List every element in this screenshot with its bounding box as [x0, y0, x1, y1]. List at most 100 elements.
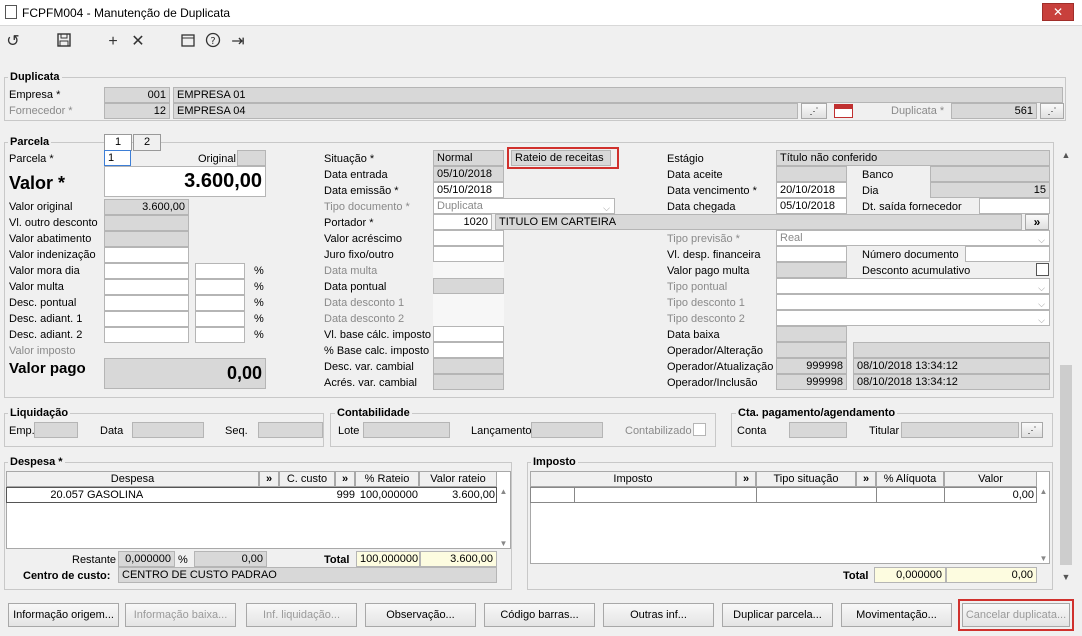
observacao-button[interactable]: Observação...: [365, 603, 476, 627]
codigo-barras-button[interactable]: Código barras...: [484, 603, 595, 627]
duplicar-parcela-button[interactable]: Duplicar parcela...: [722, 603, 833, 627]
calendar-red-icon[interactable]: [834, 104, 853, 118]
tipo-previsao-select[interactable]: Real ⌵: [776, 230, 1050, 246]
vl-desp-financeira-label: Vl. desp. financeira: [667, 249, 761, 261]
vl-base-calc-field[interactable]: [433, 326, 504, 342]
data-multa-field: [433, 262, 504, 278]
restante-pct-symbol: %: [178, 554, 188, 566]
parcela-number-field[interactable]: 1: [104, 150, 131, 166]
numero-documento-field[interactable]: [965, 246, 1050, 262]
original-field[interactable]: [237, 150, 266, 166]
portador-code-field[interactable]: 1020: [433, 214, 492, 230]
desc-adiant1-pct-field[interactable]: [195, 311, 245, 327]
col-valor-rateio-header[interactable]: Valor rateio: [419, 471, 497, 487]
tab-parcela-2[interactable]: 2: [133, 134, 161, 151]
operador-atualizacao-date: 08/10/2018 13:34:12: [853, 358, 1050, 374]
tipo-desconto2-select[interactable]: ⌵: [776, 310, 1050, 326]
imposto-expand-button[interactable]: »: [736, 471, 756, 487]
vl-outro-desconto-field: [104, 215, 189, 231]
window-title: FCPFM004 - Manutenção de Duplicata: [22, 6, 231, 20]
col-imposto-valor-header[interactable]: Valor: [944, 471, 1037, 487]
fornecedor-lookup-button[interactable]: ⋰: [801, 103, 827, 119]
data-pontual-field[interactable]: [433, 278, 504, 294]
chevron-down-icon: ⌵: [1038, 315, 1045, 325]
juro-fixo-field[interactable]: [433, 246, 504, 262]
outras-inf-button[interactable]: Outras inf...: [603, 603, 714, 627]
conta-field: [789, 422, 847, 438]
emp-field: [34, 422, 78, 438]
data-aceite-field: [776, 166, 847, 182]
calendar-icon[interactable]: [178, 32, 198, 52]
valor-mora-dia-field[interactable]: [104, 263, 189, 279]
info-baixa-button[interactable]: Informação baixa...: [125, 603, 236, 627]
dia-label: Dia: [862, 185, 879, 197]
info-origem-button[interactable]: Informação origem...: [8, 603, 119, 627]
estagio-label: Estágio: [667, 153, 704, 165]
delete-icon[interactable]: ✕: [128, 32, 148, 52]
data-label: Data: [100, 425, 124, 437]
desc-pontual-pct-field[interactable]: [195, 295, 245, 311]
data-chegada-field[interactable]: 05/10/2018: [776, 198, 847, 214]
help-icon[interactable]: ?: [203, 32, 223, 52]
operador-atualizacao-code: 999998: [776, 358, 847, 374]
col-rateio-header[interactable]: % Rateio: [355, 471, 419, 487]
exit-icon[interactable]: ⇥: [228, 32, 248, 52]
cancelar-highlight-box: [958, 599, 1074, 631]
numero-documento-label: Número documento: [862, 249, 959, 261]
tipo-expand-button[interactable]: »: [856, 471, 876, 487]
valor-field[interactable]: 3.600,00: [104, 166, 266, 197]
imposto-total-valor: 0,00: [946, 567, 1037, 583]
duplicata-lookup-button[interactable]: ⋰: [1040, 103, 1064, 119]
data-vencimento-field[interactable]: 20/10/2018: [776, 182, 847, 198]
table-row[interactable]: 20.057 GASOLINA 999 100,000000 3.600,00: [6, 487, 497, 503]
pct-base-calc-field[interactable]: [433, 342, 504, 358]
desconto-acumulativo-checkbox[interactable]: [1036, 263, 1049, 276]
ccusto-expand-button[interactable]: »: [335, 471, 355, 487]
operador-inclusao-label: Operador/Inclusão: [667, 377, 758, 389]
empresa-code-field[interactable]: 001: [104, 87, 170, 103]
fornecedor-code-field[interactable]: 12: [104, 103, 170, 119]
data-desconto1-label: Data desconto 1: [324, 297, 405, 309]
inf-liquidacao-button[interactable]: Inf. liquidação...: [246, 603, 357, 627]
row-despesa-code: 20.057: [50, 489, 84, 501]
tab-parcela-1[interactable]: 1: [104, 134, 132, 151]
dt-saida-field[interactable]: [979, 198, 1050, 214]
desc-adiant2-field[interactable]: [104, 327, 189, 343]
save-icon[interactable]: [54, 32, 74, 52]
col-imposto-header[interactable]: Imposto: [530, 471, 736, 487]
table-row[interactable]: 0,00: [530, 487, 1037, 503]
valor-indenizacao-field[interactable]: [104, 247, 189, 263]
duplicata-number-field[interactable]: 561: [951, 103, 1037, 119]
tipo-desconto1-select[interactable]: ⌵: [776, 294, 1050, 310]
tipo-pontual-select[interactable]: ⌵: [776, 278, 1050, 294]
add-icon[interactable]: +: [103, 32, 123, 52]
despesa-scrollbar[interactable]: ▲ ▼: [497, 487, 510, 548]
conta-label: Conta: [737, 425, 767, 437]
tipo-documento-select[interactable]: Duplicata ⌵: [433, 198, 615, 214]
valor-original-field: 3.600,00: [104, 199, 189, 215]
movimentacao-button[interactable]: Movimentação...: [841, 603, 952, 627]
multa-pct-field[interactable]: [195, 279, 245, 295]
titular-lookup-button[interactable]: ⋰: [1021, 422, 1043, 438]
refresh-icon[interactable]: ↺: [3, 32, 23, 52]
data-emissao-field[interactable]: 05/10/2018: [433, 182, 504, 198]
valor-multa-field[interactable]: [104, 279, 189, 295]
mora-dia-pct-field[interactable]: [195, 263, 245, 279]
desconto-acumulativo-label: Desconto acumulativo: [862, 265, 971, 277]
col-despesa-header[interactable]: Despesa: [6, 471, 259, 487]
vertical-scrollbar[interactable]: ▲ ▼: [1058, 150, 1074, 582]
desc-adiant2-pct-field[interactable]: [195, 327, 245, 343]
col-tipo-situacao-header[interactable]: Tipo situação: [756, 471, 856, 487]
situacao-field[interactable]: Normal: [433, 150, 504, 166]
col-aliquota-header[interactable]: % Alíquota: [876, 471, 944, 487]
portador-lookup-button[interactable]: »: [1025, 214, 1049, 230]
valor-acrescimo-field[interactable]: [433, 230, 504, 246]
vl-desp-financeira-field[interactable]: [776, 246, 847, 262]
close-button[interactable]: ✕: [1042, 3, 1074, 21]
col-ccusto-header[interactable]: C. custo: [279, 471, 335, 487]
despesa-expand-button[interactable]: »: [259, 471, 279, 487]
imposto-scrollbar[interactable]: ▲ ▼: [1037, 487, 1050, 563]
pct-label: %: [254, 281, 264, 293]
desc-pontual-field[interactable]: [104, 295, 189, 311]
desc-adiant1-field[interactable]: [104, 311, 189, 327]
